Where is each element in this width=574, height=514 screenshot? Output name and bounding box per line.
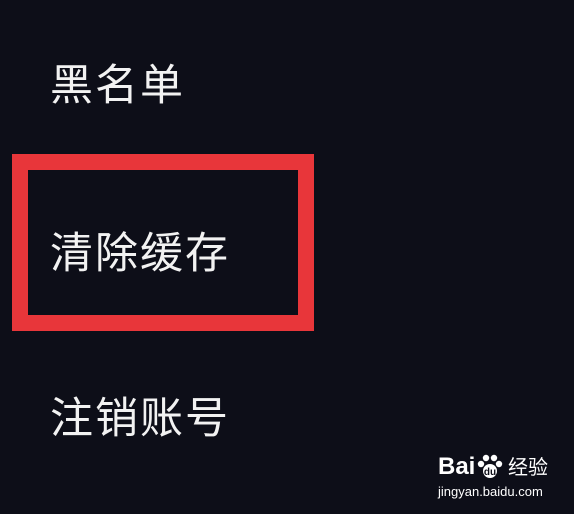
menu-item-label: 清除缓存	[50, 229, 230, 279]
menu-item-clear-cache[interactable]: 清除缓存	[0, 213, 574, 303]
paw-icon: du	[477, 454, 503, 478]
menu-item-label: 黑名单	[50, 61, 185, 111]
menu-item-label: 注销账号	[50, 394, 230, 444]
settings-screen: 黑名单 清除缓存 注销账号 Bai du 经验 jingyan.baidu.co…	[0, 0, 574, 514]
watermark-brand: Bai	[438, 453, 476, 480]
watermark-suffix: 经验	[508, 455, 548, 479]
baidu-jingyan-watermark: Bai du 经验 jingyan.baidu.com	[438, 452, 568, 504]
svg-text:du: du	[484, 467, 496, 478]
watermark-url: jingyan.baidu.com	[438, 484, 543, 499]
menu-item-blacklist[interactable]: 黑名单	[0, 45, 574, 135]
